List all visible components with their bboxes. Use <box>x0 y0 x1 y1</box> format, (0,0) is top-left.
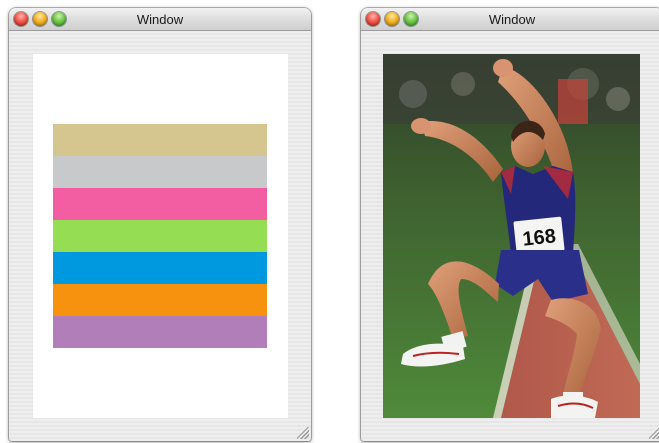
resize-grip-icon[interactable] <box>649 427 659 439</box>
window-title: Window <box>136 12 184 27</box>
color-stripes <box>53 124 267 348</box>
window-content: 168 <box>361 31 659 441</box>
long-jumper-photo: 168 <box>383 54 640 418</box>
color-stripe <box>53 220 267 252</box>
color-stripe <box>53 252 267 284</box>
color-stripes-view <box>33 54 288 418</box>
window-title: Window <box>488 12 536 27</box>
bib-number: 168 <box>521 225 556 250</box>
window-titlebar[interactable]: Window <box>361 8 659 31</box>
window-right[interactable]: Window 168 <box>361 8 659 441</box>
color-stripe <box>53 188 267 220</box>
resize-grip-icon[interactable] <box>297 427 309 439</box>
long-jumper-photo-image: 168 <box>383 54 640 418</box>
window-left[interactable]: Window <box>9 8 311 441</box>
window-titlebar[interactable]: Window <box>9 8 311 31</box>
color-stripe <box>53 316 267 348</box>
color-stripe <box>53 284 267 316</box>
window-content <box>9 31 311 441</box>
color-stripe <box>53 124 267 156</box>
color-stripe <box>53 156 267 188</box>
